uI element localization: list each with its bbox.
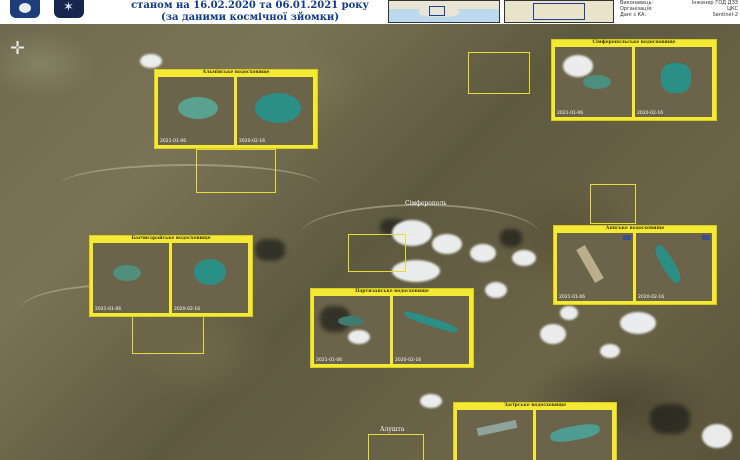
locator-zahirske xyxy=(368,434,424,460)
panel-partyzanske: Партизанське водосховище 2021-01-06 2020… xyxy=(310,288,474,368)
panel-alminske: Альмінське водосховище 2021-01-06 2020-0… xyxy=(154,69,318,149)
satellite-map[interactable]: ✛ Сімферополь Алушта Альмінське водосхов… xyxy=(0,24,740,460)
image-tile-2020: 2020-02-16 xyxy=(172,243,248,313)
locator-bakhchysaraiske xyxy=(132,316,204,354)
locator-simferopolske xyxy=(468,52,530,94)
tile-date: 2020-02-16 xyxy=(239,139,266,144)
panel-bakhchysaraiske: Бахчисарайське водосховище 2021-01-06 20… xyxy=(89,235,253,317)
image-tile-2020: 2020-02-16 xyxy=(635,47,712,117)
map-legend: Виконавець: Інженер ГОД ДЗЗ Організація: Ц… xyxy=(620,0,738,18)
panel-title: Бахчисарайське водосховище xyxy=(131,236,211,241)
inset-extent-box-2 xyxy=(533,3,585,20)
tile-date: 2021-01-06 xyxy=(557,111,584,116)
map-header: станом на 16.02.2020 та 06.01.2021 року … xyxy=(0,0,740,24)
town-label-simferopol: Сімферополь xyxy=(405,200,447,207)
image-tile-2020: 2020-02-16 xyxy=(636,233,712,301)
map-title: станом на 16.02.2020 та 06.01.2021 року xyxy=(131,0,369,11)
panel-title: Альмінське водосховище xyxy=(202,70,270,75)
locator-aianske xyxy=(590,184,636,224)
agency-logo xyxy=(10,0,40,18)
regional-inset-map xyxy=(504,0,614,23)
inset-extent-box xyxy=(429,6,445,16)
image-tile-right xyxy=(536,410,612,460)
panel-title: Загірське водосховище xyxy=(504,403,566,408)
image-tile-2021: 2021-01-06 xyxy=(555,47,632,117)
tile-date: 2021-01-06 xyxy=(316,358,343,363)
image-tile-2021: 2021-01-06 xyxy=(557,233,633,301)
north-arrow-icon: ✛ xyxy=(10,38,26,59)
image-tile-2020: 2020-02-16 xyxy=(393,296,469,364)
tile-date: 2020-02-16 xyxy=(637,111,664,116)
locator-alminske xyxy=(196,149,276,193)
image-tile-left xyxy=(457,410,533,460)
town-label-alushta: Алушта xyxy=(380,426,405,433)
panel-zahirske: Загірське водосховище xyxy=(453,402,617,460)
panel-title: Партизанське водосховище xyxy=(355,289,429,294)
panel-title: Аянське водосховище xyxy=(605,226,665,231)
image-tile-2020: 2020-02-16 xyxy=(237,77,313,145)
tile-date: 2021-01-06 xyxy=(559,295,586,300)
tile-date: 2020-02-16 xyxy=(395,358,422,363)
image-tile-2021: 2021-01-06 xyxy=(158,77,234,145)
locator-partyzanske xyxy=(348,234,406,272)
image-tile-2021: 2021-01-06 xyxy=(314,296,390,364)
tile-date: 2021-01-06 xyxy=(160,139,187,144)
panel-title: Сімферопольське водосховище xyxy=(592,40,676,45)
tile-date: 2020-02-16 xyxy=(174,307,201,312)
panel-simferopolske: Сімферопольське водосховище 2021-01-06 2… xyxy=(551,39,717,121)
overview-inset-map xyxy=(388,0,500,23)
tile-date: 2021-01-06 xyxy=(95,307,122,312)
tile-date: 2020-02-16 xyxy=(638,295,665,300)
map-subtitle: (за даними космічної зйомки) xyxy=(160,12,340,23)
space-center-logo xyxy=(54,0,84,18)
panel-aianske: Аянське водосховище 2021-01-06 2020-02-1… xyxy=(553,225,717,305)
image-tile-2021: 2021-01-06 xyxy=(93,243,169,313)
